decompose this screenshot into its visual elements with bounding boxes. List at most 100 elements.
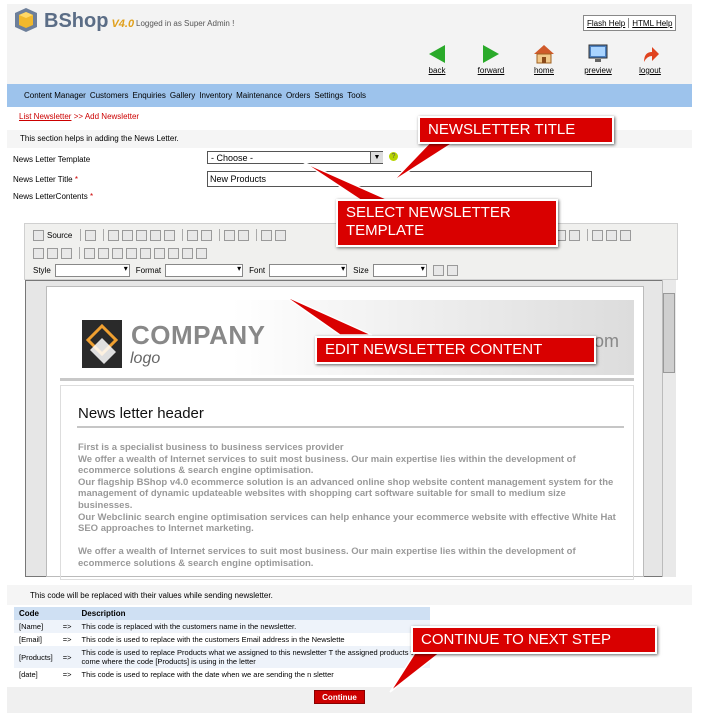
code-column-header: Code [14, 607, 58, 620]
toolbar-row-1-right [555, 229, 634, 241]
code-cell: [Email] [19, 635, 42, 644]
text-color-icon[interactable] [432, 265, 444, 276]
form-icon[interactable] [84, 247, 95, 259]
template-label: News Letter Template [13, 155, 91, 164]
unlink-icon[interactable] [606, 229, 617, 241]
divider [80, 229, 82, 241]
breadcrumb-list-newsletter[interactable]: List Newsletter [19, 112, 71, 121]
format-combo[interactable] [165, 264, 244, 277]
title-label: News Letter Title * [13, 175, 78, 184]
breadcrumb-current: Add Newsletter [84, 112, 140, 121]
textarea-icon[interactable] [140, 247, 151, 259]
bshop-logo-icon [15, 8, 37, 32]
divider [587, 229, 588, 241]
description-cell: This code is used to replace Products wh… [76, 646, 430, 668]
paste-icon[interactable] [136, 229, 148, 241]
divider [79, 247, 80, 259]
menu-tools[interactable]: Tools [347, 91, 366, 100]
newsletter-paragraph: We offer a wealth of Internet services t… [78, 453, 576, 477]
help-links: Flash Help HTML Help [583, 15, 677, 31]
breadcrumb-separator: >> [71, 112, 85, 121]
newsletter-paragraph: We offer a wealth of Internet services t… [78, 546, 576, 569]
callout-select-template: SELECT NEWSLETTER TEMPLATE [336, 199, 558, 247]
callout-edit-content: EDIT NEWSLETTER CONTENT [315, 336, 596, 364]
arrow-cell: => [62, 635, 72, 644]
redo-icon[interactable] [201, 229, 213, 241]
divider [219, 229, 221, 241]
preview-button[interactable]: preview [578, 44, 618, 75]
remove-format-icon[interactable] [275, 229, 287, 241]
style-combo[interactable] [54, 264, 130, 277]
arrow-cell: => [57, 646, 77, 668]
replace-icon[interactable] [238, 229, 250, 241]
code-cell: [Name] [14, 620, 58, 633]
checkbox-icon[interactable] [98, 247, 109, 259]
logo-word: logo [130, 350, 161, 367]
toolbar-row-2 [33, 247, 210, 259]
menu-maintenance[interactable]: Maintenance [236, 91, 282, 100]
size-combo[interactable] [372, 264, 427, 277]
flash-icon[interactable] [47, 247, 58, 259]
home-button[interactable]: home [524, 44, 564, 75]
main-menu: Content Manager Customers Enquiries Gall… [7, 84, 692, 107]
bg-color-icon[interactable] [446, 265, 458, 276]
scroll-thumb[interactable] [663, 293, 675, 373]
brand-version: V4.0 [111, 18, 135, 30]
cut-icon[interactable] [108, 229, 120, 241]
codes-table: Code Description [Name] => This code is … [14, 607, 430, 681]
table-row: [date] => This code is used to replace w… [14, 668, 430, 681]
brand-name: BShop V4.0 [44, 10, 135, 32]
back-button[interactable]: back [417, 44, 457, 75]
select-all-icon[interactable] [261, 229, 273, 241]
paste-word-icon[interactable] [164, 229, 176, 241]
divider [60, 378, 634, 381]
description-cell: This code is used to replace with the cu… [81, 635, 345, 644]
continue-button[interactable]: Continue [314, 690, 365, 704]
image-icon[interactable] [33, 247, 44, 259]
source-button[interactable]: Source [47, 231, 72, 240]
help-icon[interactable]: ? [389, 152, 398, 161]
chevron-down-icon[interactable]: ▼ [370, 152, 383, 163]
logged-in-text: Logged in as Super Admin ! [136, 19, 235, 28]
copy-icon[interactable] [122, 229, 134, 241]
radio-icon[interactable] [112, 247, 123, 259]
anchor-icon[interactable] [620, 229, 631, 241]
menu-inventory[interactable]: Inventory [199, 91, 232, 100]
newsletter-title-input[interactable]: New Products [207, 171, 592, 187]
menu-customers[interactable]: Customers [90, 91, 129, 100]
code-cell: [Products] [14, 646, 58, 668]
newsletter-paragraph: Our flagship BShop v4.0 ecommerce soluti… [78, 476, 614, 511]
contents-label: News LetterContents * [13, 192, 94, 201]
select-field-icon[interactable] [154, 247, 165, 259]
forward-button[interactable]: forward [471, 44, 511, 75]
justify-full-icon[interactable] [569, 229, 580, 241]
arrow-cell: => [57, 620, 77, 633]
description-column-header: Description [76, 607, 430, 620]
format-label: Format [135, 266, 162, 275]
html-help-link[interactable]: HTML Help [629, 19, 675, 28]
style-label: Style [33, 266, 51, 275]
newsletter-paragraph: First is a specialist business to busine… [78, 442, 344, 453]
menu-content-manager[interactable]: Content Manager [24, 91, 86, 100]
font-combo[interactable] [269, 264, 348, 277]
logout-button[interactable]: logout [630, 44, 670, 75]
menu-enquiries[interactable]: Enquiries [133, 91, 166, 100]
link-icon[interactable] [592, 229, 603, 241]
textfield-icon[interactable] [126, 247, 137, 259]
flash-help-link[interactable]: Flash Help [584, 19, 628, 28]
preview-doc-icon[interactable] [85, 229, 97, 241]
paste-text-icon[interactable] [150, 229, 162, 241]
hidden-field-icon[interactable] [196, 247, 207, 259]
code-cell: [date] [19, 670, 38, 679]
button-field-icon[interactable] [168, 247, 179, 259]
menu-gallery[interactable]: Gallery [170, 91, 195, 100]
table-row: [Products] => This code is used to repla… [14, 646, 430, 668]
undo-icon[interactable] [187, 229, 199, 241]
find-icon[interactable] [224, 229, 236, 241]
table-icon[interactable] [61, 247, 72, 259]
source-icon[interactable] [33, 229, 44, 241]
template-select[interactable]: - Choose - [207, 151, 383, 164]
menu-settings[interactable]: Settings [314, 91, 343, 100]
image-button-icon[interactable] [182, 247, 193, 259]
menu-orders[interactable]: Orders [286, 91, 310, 100]
